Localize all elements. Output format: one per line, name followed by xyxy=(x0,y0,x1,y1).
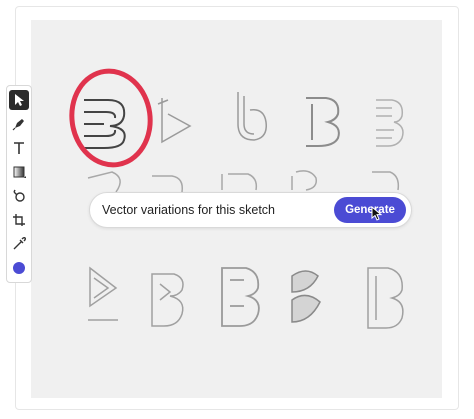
sketch-b-3 xyxy=(237,92,267,141)
sketch-b-1 xyxy=(84,99,126,149)
sketch-b-7 xyxy=(151,273,184,327)
sketch-b-2 xyxy=(157,98,192,144)
artboard-tool-icon[interactable] xyxy=(9,210,29,230)
sketch-b-5 xyxy=(376,99,404,147)
text-tool-icon[interactable] xyxy=(9,138,29,158)
generate-button[interactable]: Generate xyxy=(334,197,406,223)
color-swatch-icon[interactable] xyxy=(9,258,29,278)
selection-circle xyxy=(69,68,153,168)
gradient-tool-icon[interactable] xyxy=(9,162,29,182)
ai-prompt-bar: Vector variations for this sketch Genera… xyxy=(89,192,412,228)
sketch-b-6 xyxy=(88,266,118,321)
sketch-b-8 xyxy=(221,267,260,327)
mouse-cursor-icon xyxy=(371,206,383,221)
pen-tool-icon[interactable] xyxy=(9,114,29,134)
shape-builder-tool-icon[interactable] xyxy=(9,186,29,206)
select-tool-icon[interactable] xyxy=(9,90,29,110)
sketch-b-9 xyxy=(291,270,321,323)
sketch-b-row2 xyxy=(87,170,400,193)
sketch-b-10 xyxy=(367,267,404,329)
tool-palette xyxy=(6,85,32,283)
sketch-b-4 xyxy=(306,97,340,147)
eyedropper-tool-icon[interactable] xyxy=(9,234,29,254)
prompt-input[interactable]: Vector variations for this sketch xyxy=(102,193,275,227)
